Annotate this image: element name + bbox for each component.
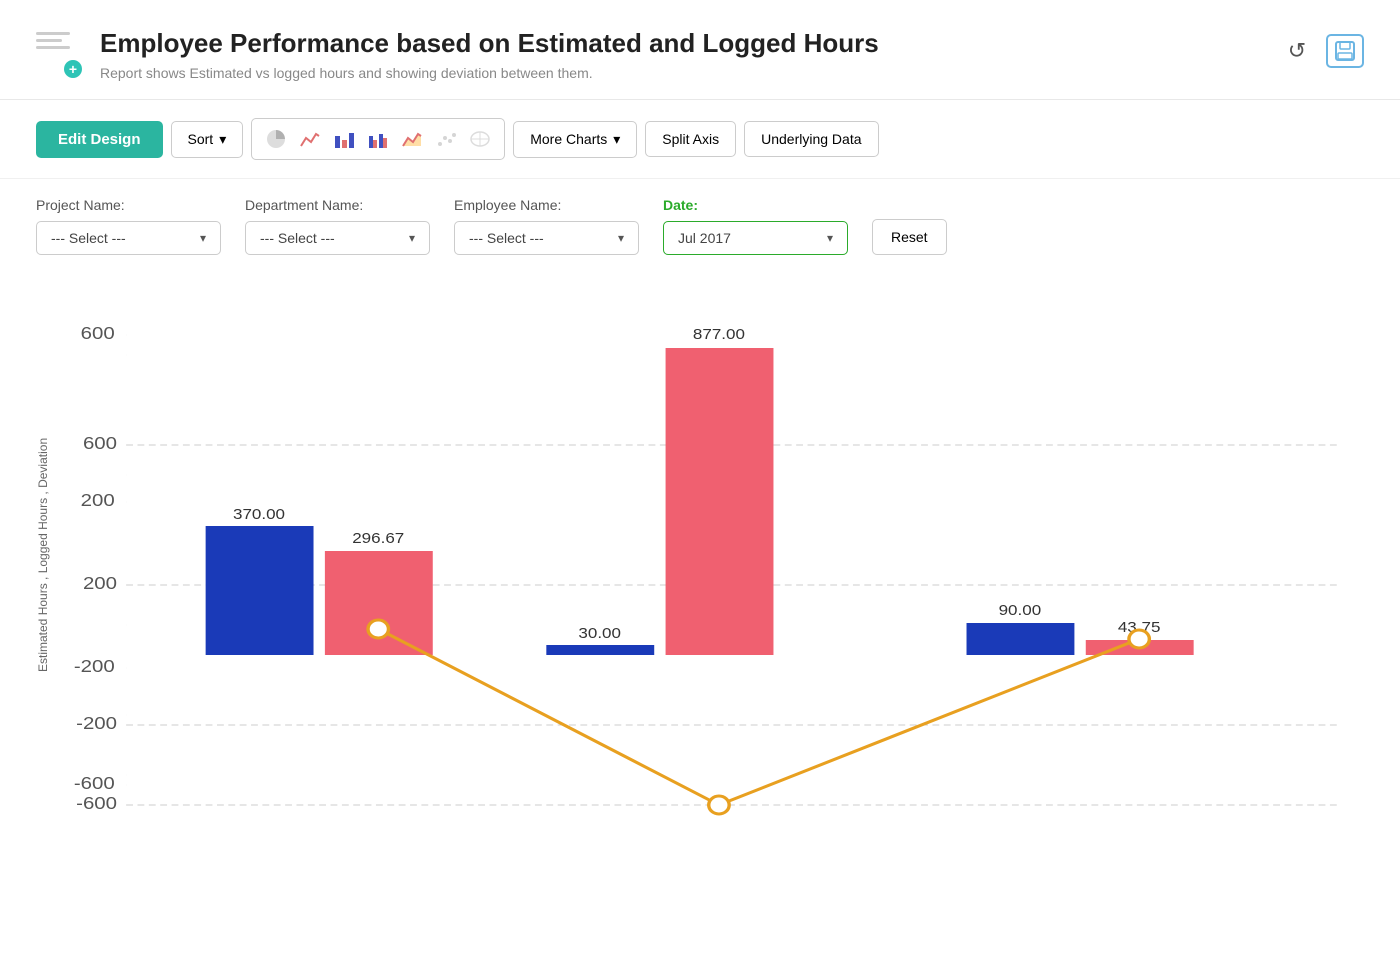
department-name-select[interactable]: --- Select --- ▾ [245,221,430,255]
line-point-3 [1129,630,1149,648]
svg-text:-200: -200 [76,714,117,734]
chart-area: Estimated Hours , Logged Hours , Deviati… [0,265,1400,855]
svg-text:30.00: 30.00 [578,625,621,642]
save-button[interactable] [1326,34,1364,68]
bar-g3-blue [967,623,1075,655]
svg-text:370.00: 370.00 [233,506,285,523]
sort-label: Sort [188,131,214,147]
svg-text:200: 200 [81,491,115,511]
header-text-block: Employee Performance based on Estimated … [100,28,1264,81]
split-axis-button[interactable]: Split Axis [645,121,736,157]
department-select-value: --- Select --- [260,230,335,246]
date-label: Date: [663,197,848,213]
reload-button[interactable]: ↺ [1280,34,1314,68]
date-select-value: Jul 2017 [678,230,731,246]
more-charts-label: More Charts [530,131,607,147]
page-title: Employee Performance based on Estimated … [100,28,1264,59]
toolbar: Edit Design Sort ▾ [0,100,1400,179]
page-header: + Employee Performance based on Estimate… [0,0,1400,100]
svg-text:90.00: 90.00 [999,602,1042,619]
employee-name-label: Employee Name: [454,197,639,213]
sort-caret-icon: ▾ [219,131,226,148]
combo-chart-icon[interactable] [396,123,428,155]
chart-container: 600 200 -200 -600 600 200 -200 -600 [58,275,1364,835]
edit-design-button[interactable]: Edit Design [36,121,163,158]
map-chart-icon[interactable] [464,123,496,155]
department-select-caret: ▾ [409,231,415,245]
project-select-caret: ▾ [200,231,206,245]
underlying-data-button[interactable]: Underlying Data [744,121,878,157]
date-filter: Date: Jul 2017 ▾ [663,197,848,255]
scatter-chart-icon[interactable] [430,123,462,155]
chart-type-selector [251,118,505,160]
reset-button[interactable]: Reset [872,219,947,255]
header-actions: ↺ [1280,34,1364,68]
svg-text:296.67: 296.67 [352,530,404,547]
y-axis-label: Estimated Hours , Logged Hours , Deviati… [36,275,58,835]
bar-g2-red [666,348,774,655]
bar-chart-icon[interactable] [328,123,360,155]
employee-select-caret: ▾ [618,231,624,245]
svg-text:600: 600 [81,324,115,344]
bar-g2-blue [546,645,654,655]
department-name-label: Department Name: [245,197,430,213]
svg-text:-600: -600 [74,774,115,794]
chart-svg: 600 200 -200 -600 600 200 -200 -600 [58,275,1364,835]
add-icon[interactable]: + [64,60,82,78]
svg-text:-200: -200 [74,657,115,677]
header-icon: + [36,32,84,80]
project-name-filter: Project Name: --- Select --- ▾ [36,197,221,255]
grouped-bar-chart-icon[interactable] [362,123,394,155]
filters-bar: Project Name: --- Select --- ▾ Departmen… [0,179,1400,265]
svg-text:600: 600 [83,434,117,454]
pie-chart-icon[interactable] [260,123,292,155]
employee-name-select[interactable]: --- Select --- ▾ [454,221,639,255]
sort-button[interactable]: Sort ▾ [171,121,244,158]
bar-g1-blue [206,526,314,655]
line-chart-icon[interactable] [294,123,326,155]
svg-text:200: 200 [83,574,117,594]
employee-select-value: --- Select --- [469,230,544,246]
project-select-value: --- Select --- [51,230,126,246]
employee-name-filter: Employee Name: --- Select --- ▾ [454,197,639,255]
more-charts-caret-icon: ▾ [613,131,620,148]
line-point-2 [709,796,729,814]
project-name-label: Project Name: [36,197,221,213]
project-name-select[interactable]: --- Select --- ▾ [36,221,221,255]
page-subtitle: Report shows Estimated vs logged hours a… [100,65,1264,81]
svg-text:-600: -600 [76,794,117,814]
date-select[interactable]: Jul 2017 ▾ [663,221,848,255]
department-name-filter: Department Name: --- Select --- ▾ [245,197,430,255]
date-select-caret: ▾ [827,231,833,245]
line-point-1 [368,620,388,638]
more-charts-button[interactable]: More Charts ▾ [513,121,637,158]
svg-text:877.00: 877.00 [693,326,745,343]
